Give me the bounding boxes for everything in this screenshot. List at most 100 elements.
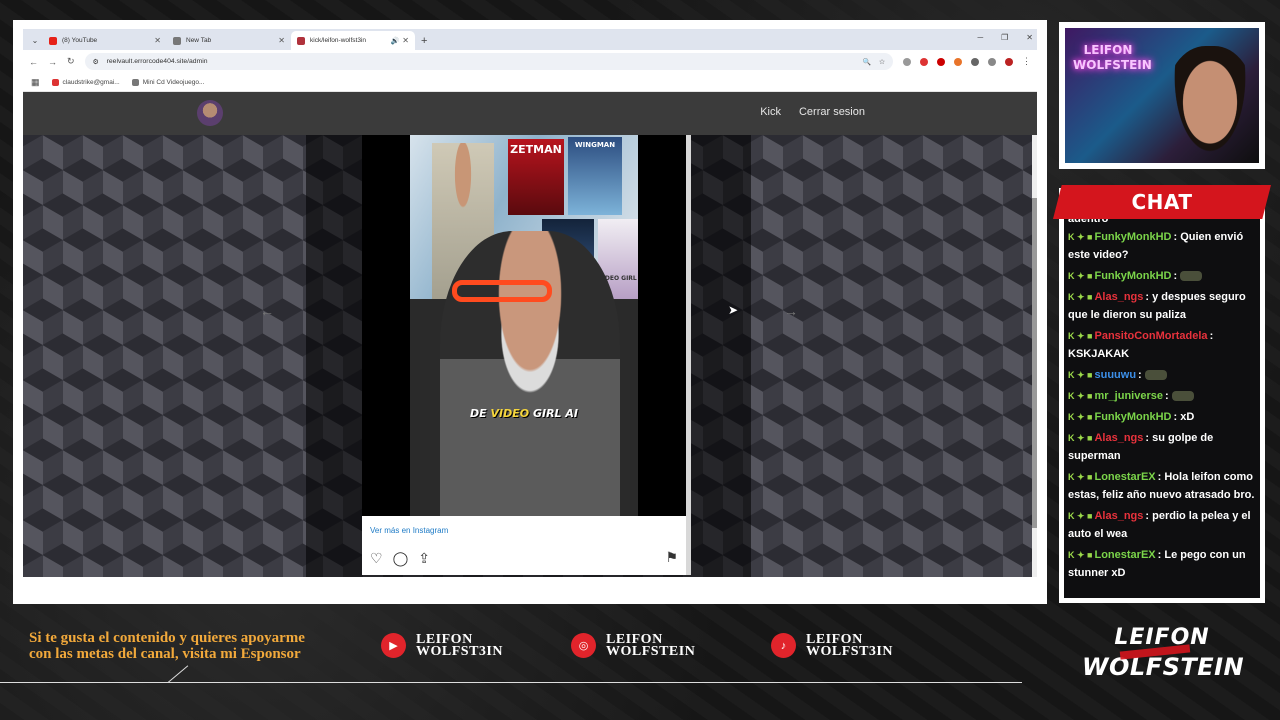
audio-playing-icon[interactable]: 🔊	[391, 37, 400, 45]
site-info-icon[interactable]: ⚙	[93, 58, 99, 66]
puzzle-icon[interactable]	[971, 57, 979, 66]
chat-message: K ✦ ■ FunkyMonkHD:	[1068, 267, 1256, 285]
like-heart-icon[interactable]: ♡	[370, 550, 383, 567]
instagram-icon: ◎	[571, 633, 596, 658]
social-handle: LEIFON WOLFST3IN	[806, 632, 893, 658]
bookmark-star-icon[interactable]: ☆	[879, 58, 885, 66]
mouse-cursor-icon: ➤	[728, 303, 739, 317]
bookmark-gmail[interactable]: claudstrike@gmai...	[51, 78, 120, 86]
chat-username[interactable]: Alas_ngs	[1094, 291, 1143, 303]
chat-username[interactable]: mr_juniverse	[1094, 390, 1162, 402]
extension-icon[interactable]	[903, 57, 911, 66]
share-icon[interactable]: ⇪	[418, 550, 430, 567]
tiktok-icon: ♪	[771, 633, 796, 658]
chat-message: K ✦ ■ suuuwu:	[1068, 366, 1256, 384]
chat-username[interactable]: FunkyMonkHD	[1094, 411, 1171, 423]
neon-sign: LEIFON WOLFSTEIN	[1073, 43, 1152, 73]
chat-username[interactable]: Alas_ngs	[1094, 432, 1143, 444]
chat-text: :	[1164, 390, 1169, 402]
tab-new-tab[interactable]: New Tab ✕	[167, 31, 291, 50]
apps-grid-icon[interactable]: ▦	[31, 77, 40, 88]
comment-icon[interactable]: ◯	[393, 550, 409, 567]
tab-title: (8) YouTube	[62, 37, 98, 44]
chat-message: K ✦ ■ FunkyMonkHD: xD	[1068, 408, 1256, 426]
user-badges-icon: K ✦ ■	[1068, 331, 1093, 341]
menu-dots-icon[interactable]: ⋮	[1022, 56, 1031, 67]
site-header: Kick Cerrar sesion	[23, 92, 1037, 135]
previous-arrow-icon[interactable]: ←	[260, 303, 274, 319]
caption-highlight: VIDEO	[490, 407, 530, 420]
view-on-instagram-link[interactable]: Ver más en Instagram	[370, 526, 448, 535]
user-badges-icon: K ✦ ■	[1068, 511, 1093, 521]
chat-text: :	[1173, 270, 1178, 282]
close-tab-icon[interactable]: ✕	[402, 36, 409, 45]
chat-message: K ✦ ■ Alas_ngs: y despues seguro que le d…	[1068, 288, 1256, 324]
chat-username[interactable]: FunkyMonkHD	[1094, 270, 1171, 282]
chat-username[interactable]: PansitoConMortadela	[1094, 330, 1207, 342]
youtube-icon: ▶	[381, 633, 406, 658]
user-badges-icon: K ✦ ■	[1068, 472, 1093, 482]
address-bar[interactable]: ⚙ reelvault.errorcode404.site/admin 🔍 ☆	[84, 53, 893, 70]
extension-icon[interactable]	[954, 57, 962, 66]
zoom-icon[interactable]: 🔍	[862, 58, 870, 66]
tab-youtube[interactable]: (8) YouTube ✕	[43, 31, 167, 50]
chat-username[interactable]: LonestarEX	[1094, 471, 1155, 483]
nav-logout-link[interactable]: Cerrar sesion	[799, 106, 865, 118]
web-page: Kick Cerrar sesion ← → ZETMAN WINGMAN D·…	[23, 92, 1037, 577]
emote-icon	[1180, 271, 1203, 282]
user-badges-icon: K ✦ ■	[1068, 271, 1093, 281]
restore-icon[interactable]: ❐	[1001, 33, 1008, 42]
scrollbar-thumb[interactable]	[1032, 198, 1037, 528]
site-logo-avatar[interactable]	[197, 100, 223, 126]
next-arrow-icon[interactable]: →	[784, 303, 798, 319]
sponsor-text: Si te gusta el contenido y quieres apoya…	[29, 630, 305, 662]
extension-icon[interactable]	[920, 57, 928, 66]
back-icon[interactable]: ←	[29, 57, 38, 67]
instagram-footer: Ver más en Instagram ♡ ◯ ⇪ ⚑	[362, 516, 686, 575]
chat-username[interactable]: LonestarEX	[1094, 549, 1155, 561]
webcam-frame: LEIFON WOLFSTEIN	[1059, 22, 1265, 169]
social-line-2: WOLFSTEIN	[606, 643, 696, 659]
extension-icon[interactable]	[988, 57, 996, 66]
chat-username[interactable]: suuuwu	[1094, 369, 1136, 381]
bookmarks-bar: ▦ claudstrike@gmai... Mini Cd Videojuego…	[23, 73, 1037, 92]
brand-line-2: WOLFSTEIN	[1082, 653, 1245, 681]
chat-message: K ✦ ■ LonestarEX: Le pego con un stunner …	[1068, 546, 1256, 582]
social-handle: LEIFON WOLFST3IN	[416, 632, 503, 658]
emote-icon	[1171, 391, 1194, 402]
nav-kick-link[interactable]: Kick	[760, 106, 781, 118]
neon-line-2: WOLFSTEIN	[1073, 58, 1152, 72]
bookmark-label: claudstrike@gmai...	[62, 78, 120, 86]
youtube-favicon-icon	[49, 36, 57, 45]
manga-cover-wingman: WINGMAN	[568, 137, 622, 215]
reel-video[interactable]: ZETMAN WINGMAN D·N·A VIDEO GIRL AI DE VI…	[410, 135, 638, 516]
navigation-bar: ← → ↻ ⚙ reelvault.errorcode404.site/admi…	[23, 50, 1037, 73]
chat-list: K ✦ ■ FunkyMonkHD: Quien envió este video…	[1068, 228, 1256, 582]
streamer-image	[1165, 46, 1255, 163]
close-tab-icon[interactable]: ✕	[278, 36, 285, 45]
screen-capture-frame: ⌄ (8) YouTube ✕ New Tab ✕ kick/leifon-wo…	[13, 20, 1047, 604]
instagram-embed: ZETMAN WINGMAN D·N·A VIDEO GIRL AI DE VI…	[362, 135, 686, 575]
chat-username[interactable]: FunkyMonkHD	[1094, 231, 1171, 243]
chat-text: : xD	[1173, 411, 1195, 423]
user-badges-icon: K ✦ ■	[1068, 391, 1093, 401]
extension-icon[interactable]	[937, 57, 945, 66]
reload-icon[interactable]: ↻	[67, 56, 75, 67]
extensions-area: ⋮	[903, 56, 1031, 67]
profile-avatar[interactable]	[1005, 57, 1013, 66]
tab-search-icon[interactable]: ⌄	[27, 32, 43, 48]
close-window-icon[interactable]: ✕	[1026, 33, 1033, 42]
minimize-icon[interactable]: ─	[977, 33, 983, 42]
channel-logo: LEIFON WOLFSTEIN	[1082, 624, 1245, 690]
user-badges-icon: K ✦ ■	[1068, 550, 1093, 560]
globe-icon	[131, 78, 139, 86]
bookmark-mini-cd[interactable]: Mini Cd Videojuego...	[131, 78, 204, 86]
chat-message: K ✦ ■ FunkyMonkHD: Quien envió este video…	[1068, 228, 1256, 264]
new-tab-button[interactable]: +	[415, 35, 433, 50]
chat-username[interactable]: Alas_ngs	[1094, 510, 1143, 522]
user-badges-icon: K ✦ ■	[1068, 232, 1093, 242]
save-bookmark-icon[interactable]: ⚑	[665, 549, 678, 566]
close-tab-icon[interactable]: ✕	[154, 36, 161, 45]
forward-icon[interactable]: →	[48, 57, 57, 67]
tab-kick[interactable]: kick/leifon-wolfst3in 🔊 ✕	[291, 31, 415, 50]
